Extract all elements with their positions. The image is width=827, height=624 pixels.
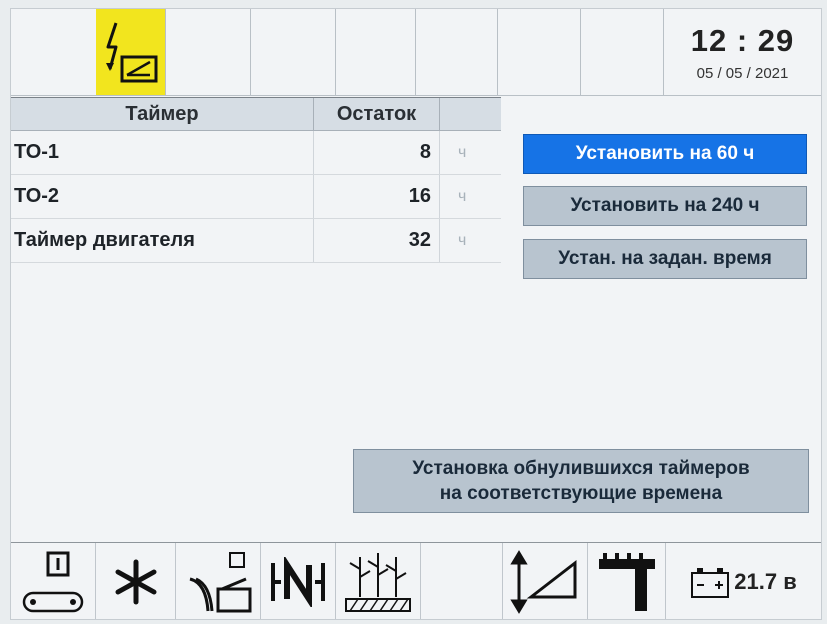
unloading-icon[interactable]: [176, 543, 261, 619]
clock-time: 12 : 29: [690, 22, 795, 58]
set-custom-time-button[interactable]: Устан. на задан. время: [523, 239, 807, 279]
status-slot-4: [416, 9, 498, 95]
timer-name: ТО-1: [11, 131, 314, 174]
clock-date: 05 / 05 / 2021: [696, 64, 789, 82]
col-remaining-header: Остаток: [314, 98, 440, 130]
empty-slot: [421, 543, 503, 619]
header-height-icon[interactable]: [503, 543, 588, 619]
timer-unit: ч: [458, 143, 467, 161]
lightning-warning-icon[interactable]: [96, 9, 166, 95]
reset-button-line2: на соответствующие времена: [439, 483, 723, 504]
set-240h-button[interactable]: Установить на 240 ч: [523, 186, 807, 226]
clock: 12 : 29 05 / 05 / 2021: [664, 9, 821, 95]
top-bar: 12 : 29 05 / 05 / 2021: [11, 9, 821, 96]
table-header: Таймер Остаток: [11, 97, 501, 131]
timer-name: Таймер двигателя: [11, 219, 314, 262]
battery-status: 21.7 в: [666, 543, 821, 619]
display-screen: 12 : 29 05 / 05 / 2021 Таймер Остаток ТО…: [10, 8, 822, 620]
status-slot-2: [251, 9, 336, 95]
crop-icon[interactable]: [336, 543, 421, 619]
status-slot-3: [336, 9, 416, 95]
table-row[interactable]: ТО-2 16 ч: [11, 175, 501, 219]
timer-value: 16: [314, 175, 440, 218]
reset-expired-timers-button[interactable]: Установка обнулившихся таймеров на соотв…: [353, 449, 809, 513]
reset-button-line1: Установка обнулившихся таймеров: [412, 458, 750, 479]
bottom-bar: 21.7 в: [11, 542, 821, 619]
table-row[interactable]: ТО-1 8 ч: [11, 131, 501, 175]
timer-unit: ч: [458, 231, 467, 249]
battery-icon: [691, 567, 730, 598]
timer-name: ТО-2: [11, 175, 314, 218]
col-timer-header: Таймер: [11, 98, 314, 130]
timer-value: 32: [314, 219, 440, 262]
table-row[interactable]: Таймер двигателя 32 ч: [11, 219, 501, 263]
neutral-gear-icon[interactable]: [261, 543, 336, 619]
status-slot-6: [581, 9, 664, 95]
timer-value: 8: [314, 131, 440, 174]
timer-unit: ч: [458, 187, 467, 205]
cutter-bar-icon[interactable]: [588, 543, 666, 619]
set-60h-button[interactable]: Установить на 60 ч: [523, 134, 807, 174]
col-unit-header: [440, 98, 500, 130]
fan-icon[interactable]: [96, 543, 176, 619]
timer-table: Таймер Остаток ТО-1 8 ч ТО-2 16 ч Таймер…: [11, 97, 501, 263]
status-slot-1: [166, 9, 251, 95]
status-slot-5: [498, 9, 581, 95]
battery-voltage: 21.7 в: [734, 568, 797, 594]
conveyor-icon[interactable]: [11, 543, 96, 619]
